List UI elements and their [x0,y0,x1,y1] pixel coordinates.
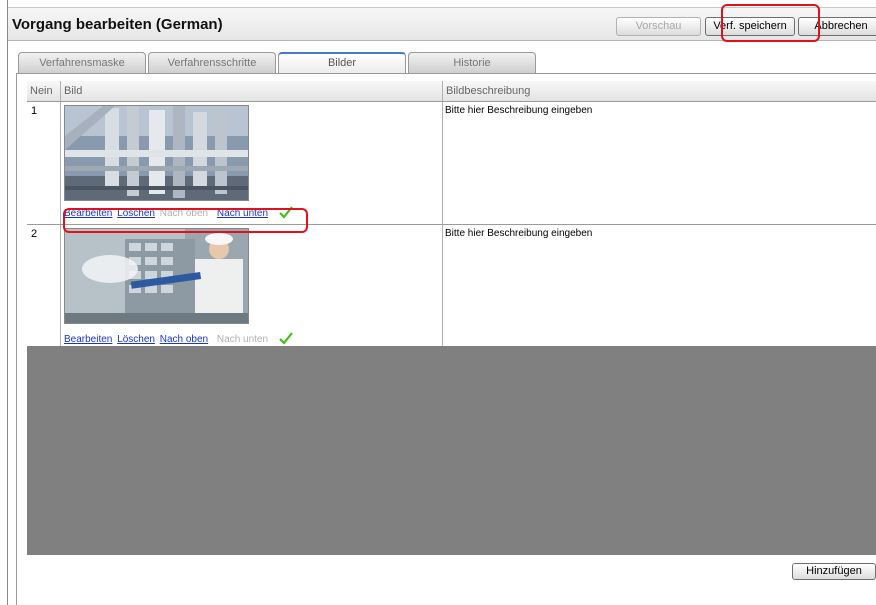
move-up-link: Nach oben [159,208,209,219]
move-up-link[interactable]: Nach oben [160,334,208,345]
page-title: Vorgang bearbeiten (German) [12,16,223,33]
image-actions: Bearbeiten Löschen Nach oben Nach unten [64,206,293,219]
images-grid: Nein Bild Bildbeschreibung 1 Bearbeiten … [27,81,876,555]
tab-verfahrensmaske[interactable]: Verfahrensmaske [18,52,146,73]
image-cell: Bearbeiten Löschen Nach oben Nach unten [61,225,443,346]
image-cell: Bearbeiten Löschen Nach oben Nach unten [61,102,443,224]
edit-link[interactable]: Bearbeiten [64,208,112,219]
tab-bar: Verfahrensmaske Verfahrensschritte Bilde… [16,52,876,73]
move-down-link[interactable]: Nach unten [217,208,268,219]
image-description[interactable]: Bitte hier Beschreibung eingeben [443,102,876,224]
image-thumbnail-worker[interactable] [64,228,249,324]
title-bar: Vorgang bearbeiten (German) Vorschau Ver… [8,7,876,41]
edit-link[interactable]: Bearbeiten [64,334,112,345]
image-actions: Bearbeiten Löschen Nach oben Nach unten [64,332,293,345]
save-procedure-button[interactable]: Verf. speichern [705,17,795,36]
preview-button[interactable]: Vorschau [616,17,701,36]
table-row: 1 Bearbeiten Löschen Nach oben Nach unte… [27,102,876,225]
delete-link[interactable]: Löschen [117,334,155,345]
tab-verfahrensschritte[interactable]: Verfahrensschritte [148,52,276,73]
row-number: 1 [27,102,61,224]
move-down-link: Nach unten [216,334,269,345]
checkmark-icon [279,332,293,345]
table-header: Nein Bild Bildbeschreibung [27,81,876,102]
checkmark-icon [279,206,293,219]
window-left-border [7,0,8,605]
delete-link[interactable]: Löschen [117,208,155,219]
add-image-button[interactable]: Hinzufügen [792,563,876,580]
cancel-button[interactable]: Abbrechen [798,17,876,36]
table-row: 2 Bearbeiten Löschen Nach oben Nach unte… [27,225,876,346]
column-header-description[interactable]: Bildbeschreibung [443,81,876,101]
tab-historie[interactable]: Historie [408,52,536,73]
column-header-image[interactable]: Bild [61,81,443,101]
row-number: 2 [27,225,61,346]
column-header-no[interactable]: Nein [27,81,61,101]
image-description[interactable]: Bitte hier Beschreibung eingeben [443,225,876,346]
image-thumbnail-pipes[interactable] [64,105,249,201]
tab-bilder[interactable]: Bilder [278,52,406,73]
